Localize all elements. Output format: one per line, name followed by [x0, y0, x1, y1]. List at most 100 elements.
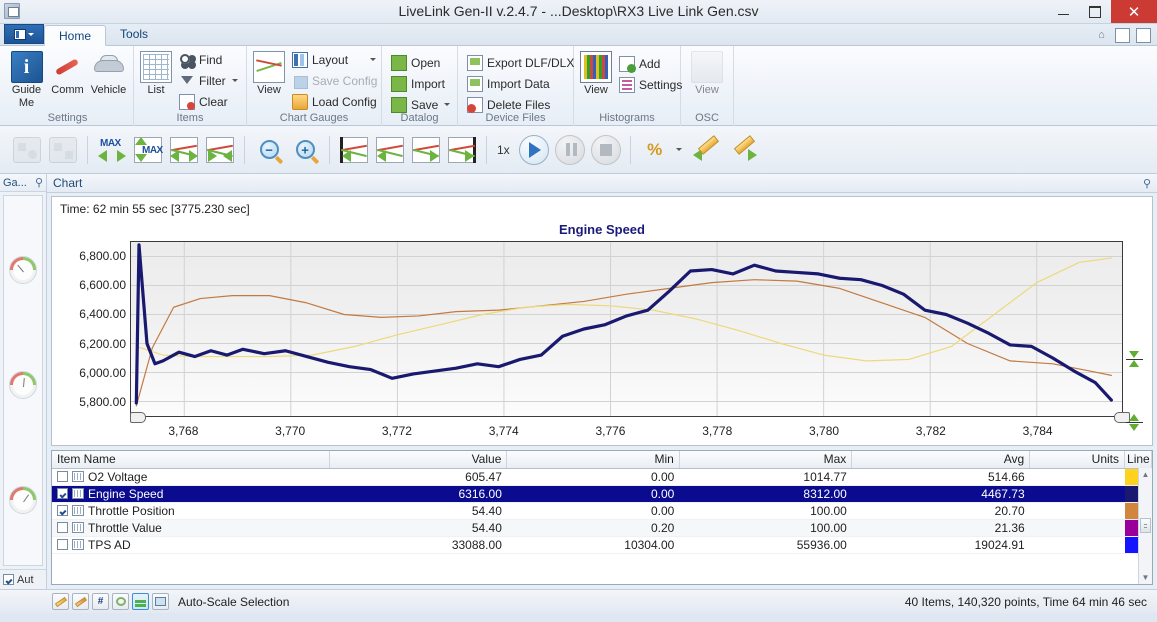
zoom-in-button[interactable]: +	[288, 133, 322, 167]
scroll-thumb[interactable]	[1140, 518, 1151, 533]
step-forward-button[interactable]	[409, 133, 443, 167]
row-checkbox[interactable]	[57, 522, 68, 533]
histogram-settings-button[interactable]: Settings	[616, 75, 685, 94]
scale-selection-button[interactable]	[152, 593, 169, 610]
histogram-add-label: Add	[639, 56, 661, 71]
maximize-button[interactable]	[1079, 0, 1111, 23]
autoscale-button[interactable]	[132, 593, 149, 610]
close-button[interactable]: ✕	[1111, 0, 1157, 23]
col-min[interactable]: Min	[506, 451, 680, 469]
percent-button[interactable]: %	[638, 133, 672, 167]
row-checkbox[interactable]	[57, 488, 68, 499]
clear-button[interactable]: Clear	[176, 92, 241, 111]
col-value[interactable]: Value	[329, 451, 508, 469]
import-button[interactable]: Import	[388, 74, 453, 93]
chart-scale-up-button[interactable]	[1126, 351, 1143, 368]
vehicle-button[interactable]: Vehicle	[90, 49, 127, 96]
export-icon[interactable]	[1115, 28, 1130, 43]
export-dlf-button[interactable]: Export DLF/DLX	[464, 53, 577, 72]
histogram-add-button[interactable]: Add	[616, 54, 685, 73]
gauges-autoscale-row[interactable]: Aut	[0, 569, 46, 589]
channel-icon	[72, 539, 84, 550]
file-menu-button[interactable]	[4, 24, 44, 44]
cycle-button[interactable]	[112, 593, 129, 610]
save-config-button[interactable]: Save Config	[289, 71, 380, 90]
find-button[interactable]: Find	[176, 50, 241, 69]
table-row[interactable]: Throttle Value 54.40 0.20 100.00 21.36	[52, 519, 1152, 537]
filter-label: Filter	[199, 73, 226, 88]
comm-label: Comm	[51, 84, 84, 96]
minimize-button[interactable]	[1047, 0, 1079, 23]
list-button[interactable]: List	[140, 49, 172, 96]
items-table-scrollbar[interactable]: ▲ ▼	[1138, 468, 1152, 584]
comm-button[interactable]: Comm	[49, 49, 86, 96]
scroll-down-icon[interactable]: ▼	[1139, 571, 1152, 584]
record-stop-button[interactable]	[46, 133, 80, 167]
goto-end-button[interactable]	[445, 133, 479, 167]
chart-plot-area[interactable]	[130, 241, 1130, 423]
table-row[interactable]: Throttle Position 54.40 0.00 100.00 20.70	[52, 502, 1152, 520]
max-vertical-button[interactable]: MAX	[131, 133, 165, 167]
table-row[interactable]: O2 Voltage 605.47 0.00 1014.77 514.66	[52, 468, 1152, 486]
col-line[interactable]: Line	[1124, 451, 1152, 469]
col-item-name[interactable]: Item Name	[52, 451, 330, 469]
chart-title: Engine Speed	[559, 222, 645, 237]
import-icon[interactable]	[1136, 28, 1151, 43]
col-avg[interactable]: Avg	[851, 451, 1031, 469]
item-name-label: TPS AD	[88, 537, 131, 552]
chart-scale-down-button[interactable]	[1126, 414, 1143, 431]
step-back-button[interactable]	[373, 133, 407, 167]
layout-button[interactable]: Layout	[289, 50, 380, 69]
edit-forward-button[interactable]	[726, 133, 760, 167]
zoom-out-button[interactable]: −	[252, 133, 286, 167]
open-button[interactable]: Open	[388, 53, 453, 72]
record-button[interactable]	[10, 133, 44, 167]
load-config-button[interactable]: Load Config	[289, 92, 380, 111]
import-data-button[interactable]: Import Data	[464, 74, 577, 93]
guide-me-button[interactable]: Guide Me	[8, 49, 45, 109]
edit-back-button[interactable]	[690, 133, 724, 167]
table-row[interactable]: TPS AD 33088.00 10304.00 55936.00 19024.91	[52, 536, 1152, 554]
expand-chart-button[interactable]	[167, 133, 201, 167]
hash-button[interactable]: #	[92, 593, 109, 610]
chart-view-button[interactable]: View	[253, 49, 285, 96]
clear-label: Clear	[199, 94, 228, 109]
title-bar: LiveLink Gen-II v.2.4.7 - ...Desktop\RX3…	[0, 0, 1157, 24]
chevron-down-icon[interactable]	[675, 148, 682, 151]
col-units[interactable]: Units	[1029, 451, 1126, 469]
item-name-label: Engine Speed	[88, 486, 164, 501]
items-table-card: Item Name Value Min Max Avg Units Line O…	[51, 450, 1153, 585]
cell-item-name: TPS AD	[52, 536, 330, 554]
osc-view-button[interactable]: View	[687, 49, 727, 96]
channel-icon	[72, 471, 84, 482]
tab-tools[interactable]: Tools	[106, 24, 162, 45]
pause-button[interactable]	[553, 133, 587, 167]
col-max[interactable]: Max	[679, 451, 853, 469]
help-icon[interactable]: ⌂	[1094, 28, 1109, 43]
gauge-widget[interactable]	[9, 256, 37, 284]
marker-red-button[interactable]	[72, 593, 89, 610]
gauge-widget[interactable]	[9, 486, 37, 514]
cell-min: 0.00	[506, 468, 680, 486]
collapse-chart-button[interactable]	[203, 133, 237, 167]
goto-start-button[interactable]	[337, 133, 371, 167]
chart-y-axis: 6,800.00 6,600.00 6,400.00 6,200.00 6,000.00…	[52, 241, 130, 417]
table-row[interactable]: Engine Speed 6316.00 0.00 8312.00 4467.73	[52, 485, 1152, 503]
row-checkbox[interactable]	[57, 471, 68, 482]
histogram-view-button[interactable]: View	[580, 49, 612, 96]
play-button[interactable]	[517, 133, 551, 167]
max-horizontal-button[interactable]: MAX	[95, 133, 129, 167]
scroll-up-icon[interactable]: ▲	[1139, 468, 1152, 481]
filter-button[interactable]: Filter	[176, 71, 241, 90]
row-checkbox[interactable]	[57, 539, 68, 550]
gauges-autoscale-checkbox[interactable]	[3, 574, 14, 585]
cell-value: 6316.00	[329, 485, 507, 503]
marker-green-button[interactable]	[52, 593, 69, 610]
pin-icon[interactable]: ⚲	[1143, 177, 1151, 190]
row-checkbox[interactable]	[57, 505, 68, 516]
gauge-widget[interactable]	[9, 371, 37, 399]
stop-button[interactable]	[589, 133, 623, 167]
pin-icon[interactable]: ⚲	[35, 176, 43, 189]
tab-home[interactable]: Home	[44, 25, 107, 46]
gauges-list	[3, 195, 43, 566]
